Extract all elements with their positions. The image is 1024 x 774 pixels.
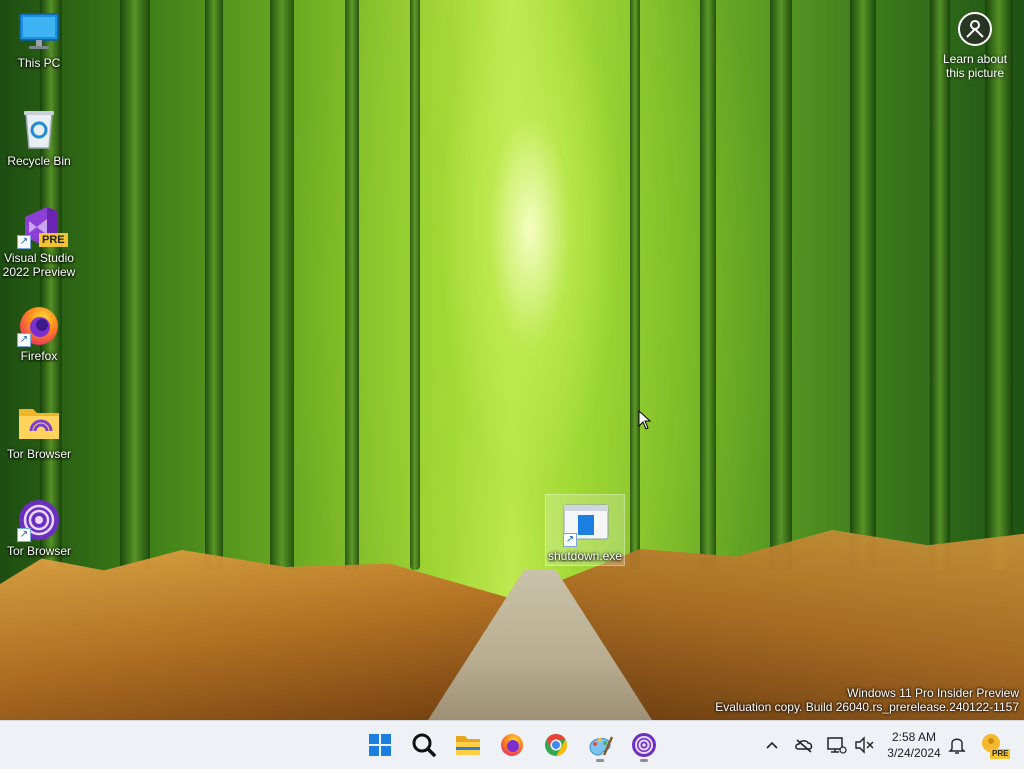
desktop-icon-this-pc[interactable]: This PC [0,10,78,70]
clock-date: 3/24/2024 [887,746,941,760]
visual-studio-icon: PRE ↗ [17,205,68,249]
onedrive-status-button[interactable] [792,721,816,769]
bamboo-trunk [205,0,223,570]
running-indicator [640,759,648,762]
show-hidden-icons-button[interactable] [760,721,784,769]
speaker-muted-icon [855,736,874,754]
pre-badge: PRE [39,233,68,247]
desktop-icon-label: This PC [17,56,61,70]
firefox-icon: ↗ [17,303,61,347]
desktop-icon-tor-browser[interactable]: ↗ Tor Browser [0,498,78,558]
watermark-line2: Evaluation copy. Build 26040.rs_prerelea… [715,700,1019,714]
desktop-icon-shutdown-exe[interactable]: ↗ shutdown.exe [545,494,625,566]
recycle-bin-icon [17,108,61,152]
desktop-icon-firefox[interactable]: ↗ Firefox [0,303,78,363]
watermark-line1: Windows 11 Pro Insider Preview [847,686,1019,700]
clock-button[interactable]: 2:58 AM 3/24/2024 [880,729,948,761]
bamboo-trunk [850,0,876,570]
insider-badge-icon [982,734,1000,752]
learn-about-picture-label: Learn about this picture [942,52,1008,80]
desktop-icon-recycle-bin[interactable]: Recycle Bin [0,108,78,168]
this-pc-icon [17,10,61,54]
folder-icon [456,736,480,755]
network-icon [827,737,847,754]
cloud-offline-icon [795,739,813,753]
network-button[interactable] [824,721,848,769]
camera-icon [958,12,992,46]
desktop-wallpaper [0,0,1024,720]
shutdown-exe-icon: ↗ [563,503,609,547]
desktop-icon-label: Visual Studio 2022 Preview [2,251,76,279]
chrome-icon [545,734,567,756]
bamboo-trunk [700,0,716,570]
desktop-icon-label: Recycle Bin [7,154,71,168]
desktop-icon-label: Tor Browser [6,447,71,461]
bamboo-trunk [930,0,950,570]
search-icon [412,733,436,757]
tor-folder-icon [17,401,61,445]
paint-icon [589,736,614,756]
shortcut-arrow-icon: ↗ [563,533,577,547]
bamboo-trunk [345,0,359,570]
windows-start-icon [369,734,391,756]
pre-badge: PRE [990,749,1011,759]
bamboo-trunk [770,0,792,570]
running-indicator [596,759,604,762]
bell-icon [948,738,966,754]
shortcut-arrow-icon: ↗ [17,528,31,542]
bamboo-trunk [40,0,62,570]
grass-left [0,550,520,720]
desktop-icon-label: Firefox [20,349,58,363]
tor-browser-taskbar-button[interactable] [626,727,662,763]
shortcut-arrow-icon: ↗ [17,333,31,347]
bamboo-trunk [120,0,150,570]
taskbar: 2:58 AM 3/24/2024 PRE [0,720,1024,769]
volume-button[interactable] [852,721,876,769]
notifications-button[interactable] [946,721,968,769]
desktop-icon-visual-studio[interactable]: PRE ↗ Visual Studio 2022 Preview [0,205,78,279]
firefox-icon [501,734,523,756]
bamboo-trunk [270,0,294,570]
insider-preview-button[interactable]: PRE [978,721,1011,769]
chevron-up-icon [766,741,778,749]
firefox-taskbar-button[interactable] [494,727,530,763]
shortcut-arrow-icon: ↗ [17,235,31,249]
build-watermark: Windows 11 Pro Insider Preview Evaluatio… [715,686,1019,714]
desktop-icon-label: Tor Browser [6,544,71,558]
bamboo-trunk [410,0,420,570]
start-button[interactable] [362,727,398,763]
mouse-pointer-icon [638,409,652,430]
tor-browser-icon: ↗ [17,498,61,542]
paint-taskbar-button[interactable] [582,727,618,763]
desktop-icon-label: shutdown.exe [547,549,623,563]
chrome-taskbar-button[interactable] [538,727,574,763]
learn-about-picture-button[interactable]: Learn about this picture [934,12,1016,80]
search-button[interactable] [406,727,442,763]
clock-time: 2:58 AM [891,730,937,744]
file-explorer-button[interactable] [450,727,486,763]
bamboo-trunk [985,0,1013,570]
tor-browser-icon [632,733,656,757]
desktop-icon-tor-folder[interactable]: Tor Browser [0,401,78,461]
bamboo-trunk [630,0,640,570]
